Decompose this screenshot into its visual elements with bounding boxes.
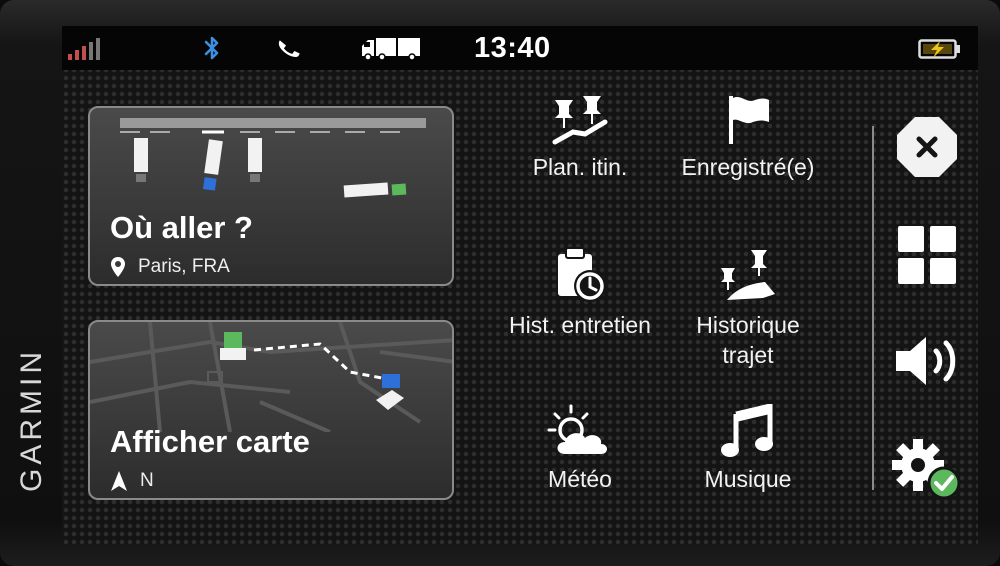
menu-item-saved[interactable]: Enregistré(e) [658,92,838,182]
signal-icon [68,38,100,60]
heading-text: N [140,470,154,491]
menu-label: Musique [704,466,792,492]
menu-label: trajet [722,342,774,368]
truck-icon [362,38,420,61]
volume-button[interactable] [892,326,962,396]
menu-item-music[interactable]: Musique [658,404,838,494]
service-history-icon [558,247,606,302]
clock: 13:40 [474,32,551,64]
north-arrow-icon [111,471,127,491]
menu-label: Enregistré(e) [681,154,815,180]
where-to-card[interactable]: Où aller ? Paris, FRA [88,106,454,286]
menu-label: Météo [548,466,612,492]
menu-item-service-history[interactable]: Hist. entretien [490,246,670,340]
map-preview-icon [90,322,452,432]
device-frame: GARMIN 13:40 Où aller ? Paris, FRA Affic… [0,0,1000,566]
sidebar-divider [872,126,874,490]
view-map-title: Afficher carte [110,424,310,459]
menu-item-trip-history[interactable]: Historique trajet [658,246,838,370]
phone-icon [278,40,300,57]
battery-charging-icon [918,39,960,59]
flag-icon [729,96,769,144]
view-map-card[interactable]: Afficher carte N [88,320,454,500]
menu-label: Historique [696,312,800,338]
menu-item-weather[interactable]: Météo [490,404,670,494]
settings-icon [892,439,961,500]
close-icon [897,117,957,177]
trip-planner-icon [552,96,608,145]
where-to-location: Paris, FRA [110,256,230,278]
close-button[interactable] [892,112,962,182]
location-text: Paris, FRA [138,256,230,277]
volume-icon [896,337,956,385]
menu-item-trip-planner[interactable]: Plan. itin. [490,92,670,182]
menu-label: Plan. itin. [532,154,628,180]
weather-icon [547,404,607,454]
location-pin-icon [111,257,125,277]
parking-lot-icon [120,118,426,198]
where-to-title: Où aller ? [110,210,253,245]
menu-label: Hist. entretien [509,312,651,338]
screen: 13:40 Où aller ? Paris, FRA Afficher car… [62,26,978,544]
view-map-heading: N [110,470,154,492]
settings-button[interactable] [892,434,962,504]
music-icon [721,404,773,457]
bluetooth-icon [204,36,219,60]
trip-history-icon [721,250,775,300]
brand-logo: GARMIN [15,348,48,492]
apps-icon [898,226,956,284]
apps-button[interactable] [892,220,962,290]
status-bar: 13:40 [62,26,978,70]
